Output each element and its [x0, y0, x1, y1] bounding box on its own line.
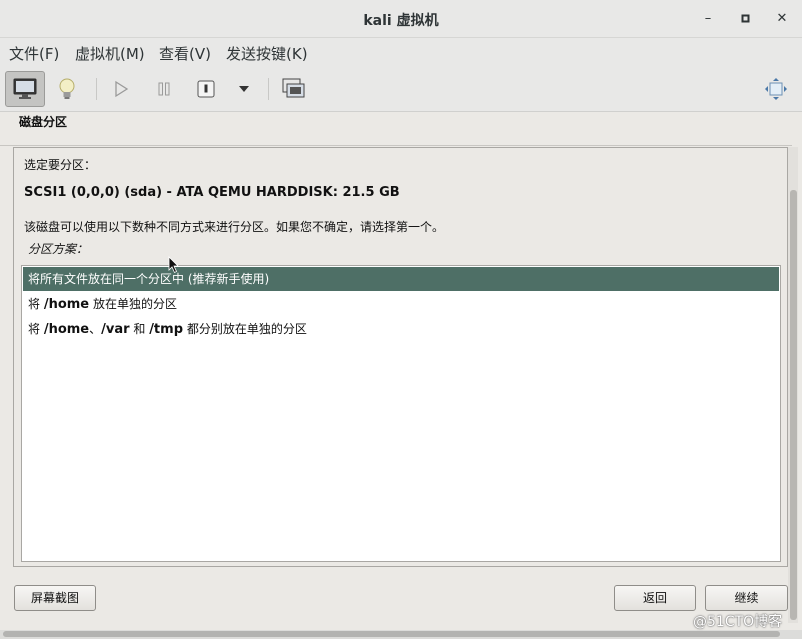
disk-name: SCSI1 (0,0,0) (sda) - ATA QEMU HARDDISK:…	[24, 185, 400, 200]
option-path: /home	[43, 322, 90, 337]
screenshot-icon	[282, 78, 305, 98]
continue-button[interactable]: 继续	[705, 585, 788, 611]
lightbulb-icon	[59, 78, 75, 99]
option-text: 都分别放在单独的分区	[183, 322, 307, 336]
screenshot-button[interactable]: 屏幕截图	[14, 585, 96, 611]
menu-bar: 文件(F) 虚拟机(M) 查看(V) 发送按键(K)	[0, 38, 802, 66]
option-text: 将	[28, 297, 44, 311]
toolbar-separator	[268, 78, 269, 100]
back-button[interactable]: 返回	[614, 585, 696, 611]
option-text: 将	[28, 322, 44, 336]
mouse-cursor-icon	[168, 256, 179, 274]
title-bar: kali 虚拟机 – ✕	[0, 0, 802, 38]
vertical-scrollbar-thumb[interactable]	[790, 190, 797, 620]
monitor-icon	[13, 78, 37, 99]
toolbar-separator	[96, 78, 97, 100]
maximize-icon	[741, 14, 750, 23]
pause-icon	[158, 82, 170, 96]
partition-frame: 选定要分区： SCSI1 (0,0,0) (sda) - ATA QEMU HA…	[13, 147, 788, 567]
partition-scheme-list[interactable]: 将所有文件放在同一个分区中 (推荐新手使用) 将 /home 放在单独的分区 将…	[21, 265, 781, 562]
page-title: 磁盘分区	[19, 115, 68, 129]
dropdown-icon	[239, 86, 249, 92]
horizontal-scrollbar-thumb[interactable]	[3, 631, 780, 637]
list-item[interactable]: 将 /home、/var 和 /tmp 都分别放在单独的分区	[23, 317, 779, 341]
option-path: /home	[43, 297, 90, 312]
option-text: 放在单独的分区	[89, 297, 177, 311]
toolbar	[0, 66, 802, 112]
option-text: 和	[129, 322, 150, 336]
list-item[interactable]: 将所有文件放在同一个分区中 (推荐新手使用)	[23, 267, 779, 291]
fullscreen-button[interactable]	[756, 71, 796, 107]
maximize-button[interactable]	[737, 10, 755, 28]
fullscreen-icon	[765, 78, 787, 100]
play-icon	[115, 80, 129, 98]
list-item[interactable]: 将 /home 放在单独的分区	[23, 292, 779, 316]
menu-send-key[interactable]: 发送按键(K)	[226, 43, 308, 64]
option-path: /var	[101, 322, 130, 337]
window-title: kali 虚拟机	[363, 13, 439, 29]
shutdown-button[interactable]	[186, 71, 226, 107]
menu-view[interactable]: 查看(V)	[159, 43, 211, 64]
watermark: @51CTO博客	[693, 614, 783, 630]
snapshot-button[interactable]	[274, 71, 314, 107]
partition-description: 该磁盘可以使用以下数种不同方式来进行分区。如果您不确定，请选择第一个。	[24, 220, 445, 234]
console-view-button[interactable]	[5, 71, 45, 107]
option-text: 、	[89, 322, 102, 336]
details-view-button[interactable]	[47, 71, 87, 107]
shutdown-menu-button[interactable]	[224, 71, 264, 107]
option-path: /tmp	[149, 322, 184, 337]
menu-file[interactable]: 文件(F)	[9, 43, 59, 64]
close-button[interactable]: ✕	[773, 10, 791, 28]
select-partition-label: 选定要分区：	[24, 158, 97, 172]
option-label: 将所有文件放在同一个分区中 (推荐新手使用)	[28, 272, 270, 286]
run-button[interactable]	[101, 71, 141, 107]
menu-vm[interactable]: 虚拟机(M)	[75, 43, 145, 64]
power-icon	[197, 80, 215, 98]
minimize-button[interactable]: –	[699, 10, 717, 28]
scheme-label: 分区方案：	[28, 242, 89, 256]
heading-divider	[0, 145, 792, 146]
vm-display[interactable]: 磁盘分区 选定要分区： SCSI1 (0,0,0) (sda) - ATA QE…	[0, 112, 802, 630]
pause-button[interactable]	[144, 71, 184, 107]
